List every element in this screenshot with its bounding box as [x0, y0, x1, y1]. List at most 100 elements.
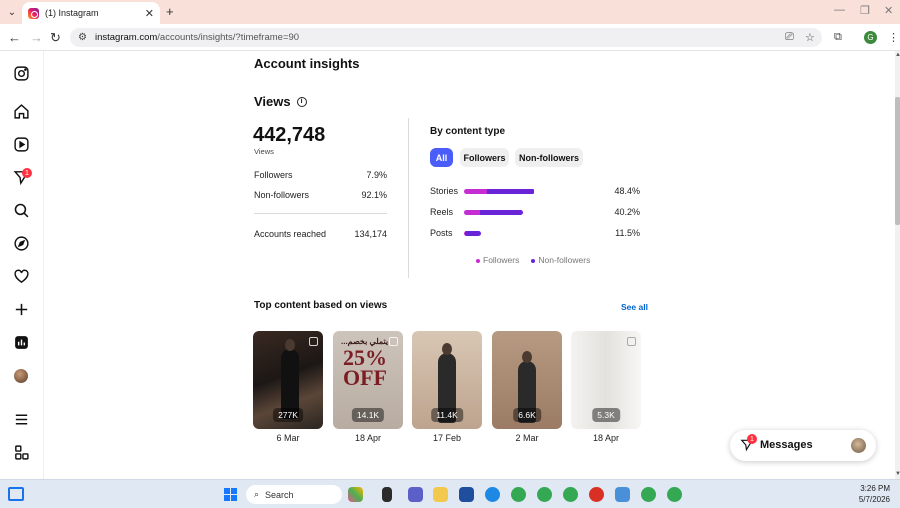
instagram-sidebar: 1: [0, 51, 44, 479]
views-section-title: Views i: [254, 94, 307, 109]
app-icon-task-view[interactable]: [382, 487, 392, 502]
messages-label: Messages: [760, 439, 813, 451]
forward-icon[interactable]: →: [30, 30, 43, 45]
tab-search-chevron-icon[interactable]: ⌄: [4, 4, 20, 20]
app-icon-snipping[interactable]: [615, 487, 630, 502]
tab-close-icon[interactable]: ✕: [145, 7, 154, 20]
url-bar[interactable]: ⚙ instagram.com/accounts/insights/?timef…: [70, 28, 822, 47]
taskbar-search[interactable]: ⌕ Search: [246, 485, 342, 504]
bar-segment-nonfollowers: [464, 231, 481, 236]
bar-label: Reels: [430, 207, 454, 217]
home-icon[interactable]: [13, 103, 30, 120]
os-taskbar: ⌕ Search 3:26 PM 5/7/2026: [0, 479, 900, 508]
heart-icon[interactable]: [13, 268, 30, 285]
menu-icon[interactable]: [13, 411, 30, 428]
legend-nonfollowers: Non-followers: [531, 255, 590, 265]
browser-profile-avatar[interactable]: G: [864, 31, 877, 44]
clock-date: 5/7/2026: [858, 495, 890, 504]
bar-segment-followers: [464, 210, 481, 215]
close-window-icon[interactable]: ✕: [884, 4, 893, 17]
taskbar-clock[interactable]: 3:26 PM 5/7/2026: [846, 483, 890, 505]
bar-row-stories: Stories 48.4%: [430, 186, 640, 198]
bar-value-label: 48.4%: [614, 186, 640, 196]
filter-followers-button[interactable]: Followers: [460, 148, 509, 167]
install-app-icon[interactable]: ⎚: [785, 31, 794, 44]
bar-label: Posts: [430, 228, 453, 238]
app-icon-edge[interactable]: [485, 487, 500, 502]
profile-avatar[interactable]: [14, 369, 28, 383]
bar-track: [464, 210, 523, 215]
app-icon-chrome-2[interactable]: [537, 487, 552, 502]
app-icon-chrome-4[interactable]: [589, 487, 604, 502]
instagram-icon[interactable]: [13, 65, 30, 82]
followers-label: Followers: [254, 170, 293, 180]
nonfollowers-pct: 92.1%: [361, 190, 387, 200]
create-icon[interactable]: [13, 301, 30, 318]
instagram-favicon-icon: [28, 7, 39, 19]
app-icon-store[interactable]: [459, 487, 474, 502]
app-icon-teams[interactable]: [408, 487, 423, 502]
see-all-link[interactable]: See all: [621, 302, 648, 312]
explore-icon[interactable]: [13, 235, 30, 252]
messages-button[interactable]: 1 Messages: [730, 430, 876, 461]
app-icon-chrome-6[interactable]: [667, 487, 682, 502]
filter-nonfollowers-button[interactable]: Non-followers: [515, 148, 583, 167]
thumb-view-count: 11.4K: [431, 408, 463, 422]
browser-tab-bar: ⌄ (1) Instagram ✕ + — ❐ ✕: [0, 0, 900, 24]
bar-segment-nonfollowers: [480, 210, 523, 215]
thumb-view-count: 277K: [273, 408, 303, 422]
top-content-thumb-4[interactable]: 6.6K: [492, 331, 562, 429]
app-icon-widgets-news[interactable]: [348, 487, 363, 502]
top-content-thumb-1[interactable]: 277K: [253, 331, 323, 429]
content-type-title: By content type: [430, 126, 506, 137]
nonfollowers-label: Non-followers: [254, 190, 310, 200]
info-icon[interactable]: i: [296, 96, 307, 107]
scroll-thumb[interactable]: [895, 97, 900, 225]
more-icon[interactable]: [13, 444, 30, 461]
page-title: Account insights: [254, 56, 360, 71]
promo-off: OFF: [343, 365, 387, 390]
top-content-thumb-5[interactable]: 5.3K: [571, 331, 641, 429]
thumb-date: 6 Mar: [276, 433, 300, 443]
taskbar-search-icon: ⌕: [254, 489, 260, 499]
bar-track: [464, 189, 535, 194]
back-icon[interactable]: ←: [8, 30, 21, 45]
start-icon[interactable]: [224, 488, 237, 501]
reels-icon[interactable]: [13, 136, 30, 153]
top-content-thumb-2[interactable]: ...يتملي بخصم 25% OFF 14.1K: [333, 331, 403, 429]
chart-legend: Followers Non-followers: [476, 255, 590, 265]
search-icon[interactable]: [13, 202, 30, 219]
messages-badge: 1: [747, 434, 757, 444]
thumb-date: 17 Feb: [432, 433, 462, 443]
browser-tab[interactable]: (1) Instagram ✕: [22, 2, 160, 24]
widgets-icon[interactable]: [8, 487, 24, 501]
thumb-date: 2 Mar: [515, 433, 539, 443]
restore-icon[interactable]: ❐: [860, 4, 870, 17]
stat-divider: [254, 213, 387, 214]
bar-segment-followers: [464, 189, 487, 194]
notification-badge: 1: [22, 168, 32, 178]
bookmark-star-icon[interactable]: ☆: [805, 31, 815, 44]
insights-icon[interactable]: [13, 334, 30, 351]
top-content-thumb-3[interactable]: 11.4K: [412, 331, 482, 429]
scroll-up-icon[interactable]: ▲: [895, 52, 900, 58]
site-info-icon[interactable]: ⚙: [78, 32, 87, 43]
thumb-view-count: 14.1K: [351, 408, 385, 422]
app-icon-file-explorer[interactable]: [433, 487, 448, 502]
extensions-icon[interactable]: ⧉: [834, 31, 842, 44]
scroll-down-icon[interactable]: ▼: [895, 471, 900, 477]
app-icon-chrome-3[interactable]: [563, 487, 578, 502]
app-icon-chrome-5[interactable]: [641, 487, 656, 502]
filter-all-button[interactable]: All: [430, 148, 453, 167]
reload-icon[interactable]: ↻: [50, 30, 61, 46]
minimize-icon[interactable]: —: [834, 4, 845, 16]
browser-menu-icon[interactable]: ⋮: [888, 31, 899, 44]
nonfollowers-stat-row: Non-followers 92.1%: [254, 190, 387, 200]
reel-icon: [627, 337, 636, 346]
bar-row-posts: Posts 11.5%: [430, 228, 640, 240]
new-tab-icon[interactable]: +: [166, 4, 174, 19]
app-icon-chrome-1[interactable]: [511, 487, 526, 502]
page-scrollbar[interactable]: ▲ ▼: [895, 51, 900, 479]
section-divider: [408, 118, 409, 278]
top-content-title: Top content based on views: [254, 300, 388, 311]
